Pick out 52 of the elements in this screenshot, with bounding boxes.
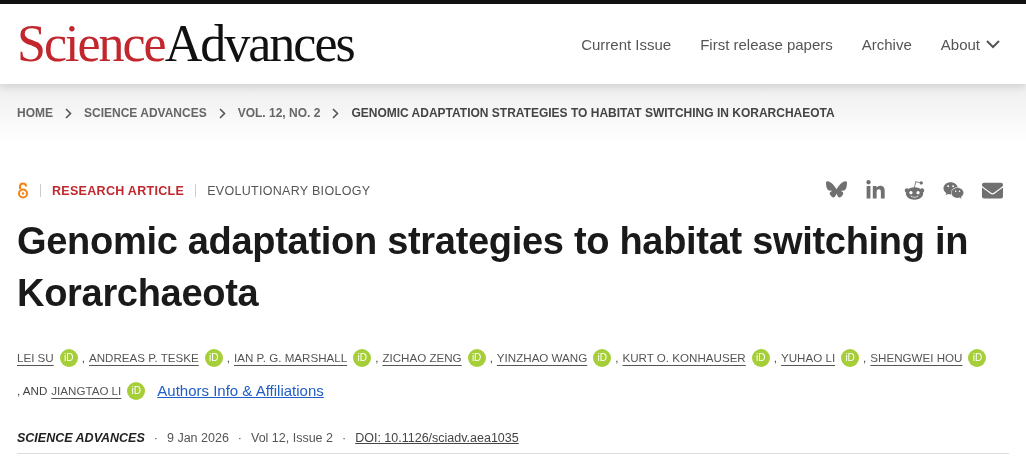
reddit-icon xyxy=(904,180,925,201)
nav-link[interactable]: First release papers xyxy=(700,35,833,53)
chevron-right-icon xyxy=(65,107,72,119)
publication-date: 9 Jan 2026 xyxy=(166,431,229,445)
author-link[interactable]: YINZHAO WANG xyxy=(496,341,588,374)
breadcrumb-link[interactable]: VOL. 12, NO. 2 xyxy=(237,106,321,120)
separator-dot: · xyxy=(153,431,158,445)
breadcrumb-link[interactable]: GENOMIC ADAPTATION STRATEGIES TO HABITAT SWITCHING IN KORARCHAEOTA xyxy=(351,106,835,120)
chevron-down-icon xyxy=(986,39,1000,49)
breadcrumb-link[interactable]: HOME xyxy=(17,106,53,120)
affiliations-link[interactable]: Authors Info & Affiliations xyxy=(157,374,324,407)
author-link[interactable]: YUHAO LI xyxy=(781,341,836,374)
breadcrumb-link[interactable]: SCIENCE ADVANCES xyxy=(84,106,207,120)
chevron-right-icon xyxy=(218,107,226,119)
author-link[interactable]: JIANGTAO LI xyxy=(51,374,122,407)
email-share-link[interactable] xyxy=(982,180,1003,201)
author-link[interactable]: ZICHAO ZENG xyxy=(382,341,462,374)
author-link[interactable]: LEI SU xyxy=(17,341,54,374)
nav-link[interactable]: Current Issue xyxy=(581,35,672,53)
chevron-right-icon xyxy=(332,107,340,119)
email-icon xyxy=(982,180,1003,201)
separator-text: , xyxy=(615,350,619,366)
separator-dot: · xyxy=(342,431,347,445)
author-link[interactable]: ANDREAS P. TESKE xyxy=(88,341,199,374)
issue-text: Vol 12, Issue 2 xyxy=(251,431,333,445)
logo-text[interactable]: Science xyxy=(17,18,165,70)
linkedin-share-link[interactable] xyxy=(865,180,886,201)
wechat-share-link[interactable] xyxy=(943,180,964,201)
doi-link[interactable]: DOI: 10.1126/sciadv.aea1035 xyxy=(355,431,519,445)
separator-text: , xyxy=(489,350,493,366)
wechat-icon xyxy=(943,180,964,201)
separator-dot: · xyxy=(237,431,242,445)
bluesky-share-link[interactable] xyxy=(826,181,847,200)
article-subject[interactable]: EVOLUTIONARY BIOLOGY xyxy=(207,183,371,198)
separator-text: , xyxy=(375,350,379,366)
author-link[interactable]: SHENGWEI HOU xyxy=(870,341,963,374)
separator-text: , AND xyxy=(17,383,48,399)
butterfly-icon xyxy=(826,181,847,200)
reddit-share-link[interactable] xyxy=(904,180,925,201)
separator-text: , xyxy=(226,350,230,366)
journal-name: SCIENCE ADVANCES xyxy=(17,431,145,445)
separator-text: , xyxy=(863,350,867,366)
article-title: Genomic adaptation strategies to habitat switching in Korarchaeota xyxy=(17,219,970,316)
separator-text: , xyxy=(81,350,85,366)
logo-text[interactable]: Advances xyxy=(164,18,354,70)
nav-link[interactable]: About xyxy=(940,35,1000,53)
linkedin-icon xyxy=(865,180,886,201)
nav-link[interactable]: Archive xyxy=(861,35,912,53)
author-link[interactable]: IAN P. G. MARSHALL xyxy=(233,341,348,374)
separator-text: , xyxy=(773,350,777,366)
author-link[interactable]: KURT O. KONHAUSER xyxy=(622,341,746,374)
article-type: RESEARCH ARTICLE xyxy=(52,183,185,198)
